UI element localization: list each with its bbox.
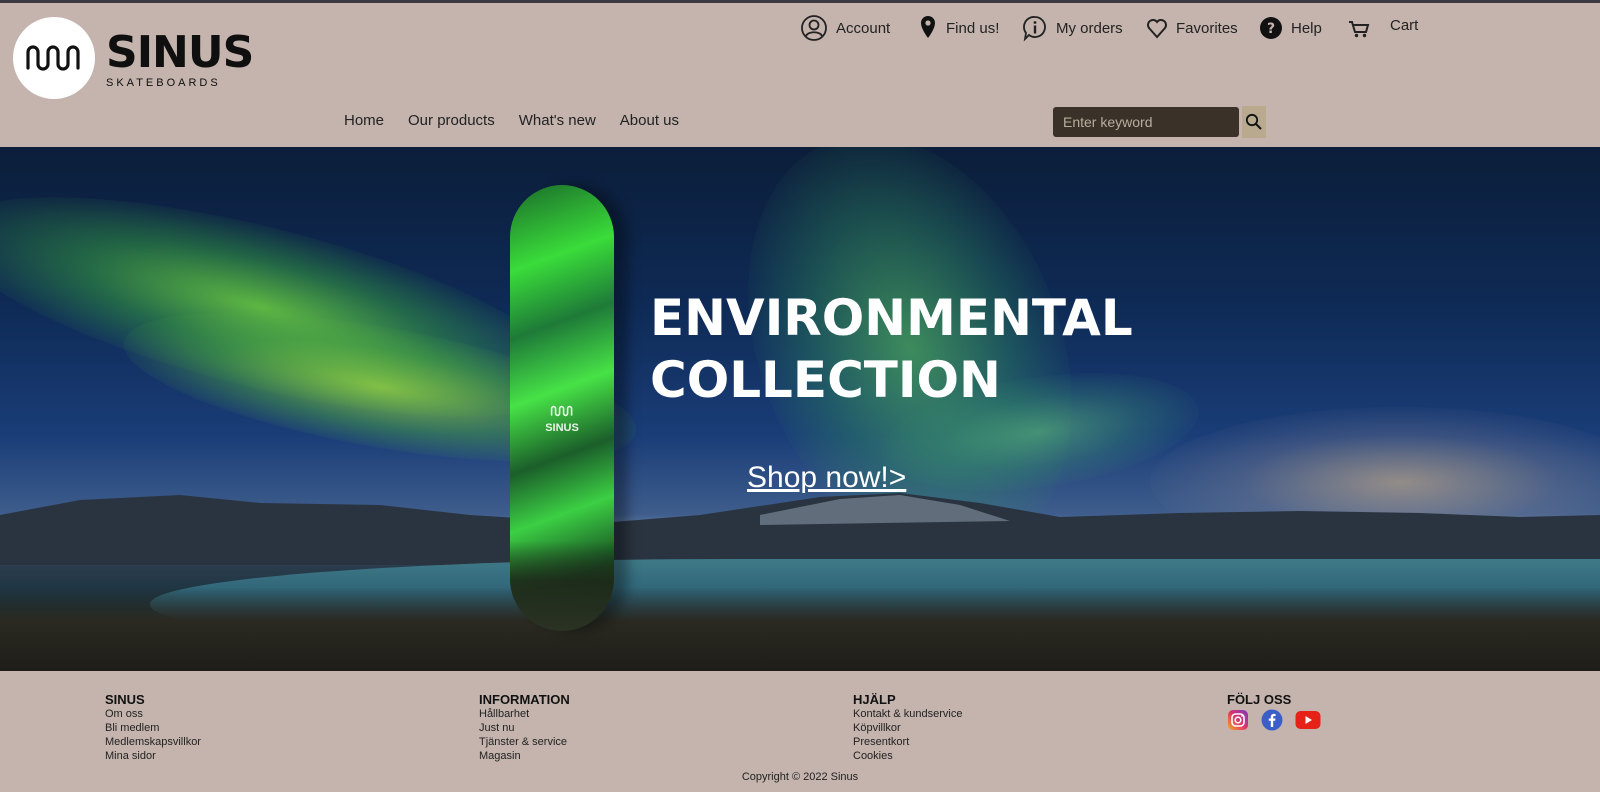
- cart-icon: [1349, 21, 1370, 38]
- footer-link[interactable]: Magasin: [479, 749, 570, 763]
- footer-column-information: INFORMATION Hållbarhet Just nu Tjänster …: [479, 692, 570, 763]
- account-link[interactable]: Account: [800, 14, 890, 42]
- footer-column-sinus: SINUS Om oss Bli medlem Medlemskapsvillk…: [105, 692, 201, 763]
- help-icon: ?: [1260, 17, 1282, 39]
- hero-title-line2: COLLECTION: [650, 351, 1001, 409]
- nav-home[interactable]: Home: [344, 112, 384, 129]
- footer-link[interactable]: Bli medlem: [105, 721, 201, 735]
- find-us-link[interactable]: Find us!: [918, 14, 999, 42]
- location-pin-icon: [921, 16, 935, 38]
- site-footer: SINUS Om oss Bli medlem Medlemskapsvillk…: [0, 671, 1600, 792]
- shop-now-link[interactable]: Shop now!>: [747, 461, 906, 495]
- footer-heading: FÖLJ OSS: [1227, 692, 1292, 707]
- footer-heading: INFORMATION: [479, 692, 570, 707]
- cart-label: Cart: [1390, 16, 1419, 34]
- footer-link[interactable]: Om oss: [105, 707, 201, 721]
- cart-link[interactable]: Cart: [1348, 14, 1418, 42]
- footer-link[interactable]: Medlemskapsvillkor: [105, 735, 201, 749]
- shoreline: [0, 587, 1600, 671]
- footer-column-folj-oss: FÖLJ OSS: [1227, 692, 1321, 731]
- footer-link[interactable]: Tjänster & service: [479, 735, 570, 749]
- social-links: [1227, 709, 1321, 731]
- brand-name: SINUS: [106, 27, 254, 78]
- favorites-link[interactable]: Favorites: [1146, 14, 1238, 42]
- info-icon: [1023, 16, 1046, 42]
- nav-whats-new[interactable]: What's new: [519, 112, 596, 129]
- copyright-text: Copyright © 2022 Sinus: [741, 771, 859, 783]
- footer-heading: SINUS: [105, 692, 145, 707]
- wave-logo-icon: [26, 45, 80, 71]
- footer-link[interactable]: Hållbarhet: [479, 707, 570, 721]
- help-label: Help: [1291, 19, 1322, 37]
- footer-heading: HJÄLP: [853, 692, 896, 707]
- skateboard-deck-image[interactable]: SINUS: [510, 185, 614, 631]
- footer-link[interactable]: Cookies: [853, 749, 962, 763]
- heart-icon: [1147, 19, 1167, 39]
- hero-title-line1: ENVIRONMENTAL: [650, 289, 1133, 347]
- nav-our-products[interactable]: Our products: [408, 112, 495, 129]
- my-orders-link[interactable]: My orders: [1022, 14, 1123, 42]
- board-logo: SINUS: [540, 403, 584, 434]
- site-header: SINUS SKATEBOARDS Account Find us! My or…: [0, 3, 1600, 147]
- search-icon: [1245, 113, 1262, 130]
- footer-column-hjalp: HJÄLP Kontakt & kundservice Köpvillkor P…: [853, 692, 962, 763]
- favorites-label: Favorites: [1176, 19, 1238, 37]
- help-link[interactable]: ? Help: [1259, 14, 1322, 42]
- facebook-icon[interactable]: [1261, 709, 1283, 731]
- main-nav: Home Our products What's new About us: [344, 112, 679, 129]
- board-brand: SINUS: [545, 422, 579, 434]
- account-label: Account: [836, 19, 891, 37]
- brand-tagline: SKATEBOARDS: [106, 77, 221, 89]
- footer-link[interactable]: Kontakt & kundservice: [853, 707, 962, 721]
- youtube-icon[interactable]: [1295, 710, 1321, 730]
- svg-text:?: ?: [1267, 21, 1275, 37]
- search-button[interactable]: [1242, 106, 1266, 138]
- hero-title: ENVIRONMENTAL COLLECTION: [650, 287, 1133, 411]
- instagram-icon[interactable]: [1227, 709, 1249, 731]
- footer-link[interactable]: Presentkort: [853, 735, 962, 749]
- nav-about-us[interactable]: About us: [620, 112, 679, 129]
- wave-logo-icon: [550, 405, 573, 417]
- footer-link[interactable]: Mina sidor: [105, 749, 201, 763]
- brand-wordmark[interactable]: SINUS SKATEBOARDS: [106, 27, 254, 90]
- footer-link[interactable]: Köpvillkor: [853, 721, 962, 735]
- my-orders-label: My orders: [1056, 19, 1123, 37]
- board-tree-graphic: [510, 541, 614, 631]
- search-input[interactable]: [1053, 107, 1239, 137]
- footer-link[interactable]: Just nu: [479, 721, 570, 735]
- brand-logo[interactable]: [13, 17, 95, 99]
- account-icon: [801, 15, 827, 41]
- hero-banner: SINUS ENVIRONMENTAL COLLECTION Shop now!…: [0, 147, 1600, 671]
- find-us-label: Find us!: [946, 19, 1000, 37]
